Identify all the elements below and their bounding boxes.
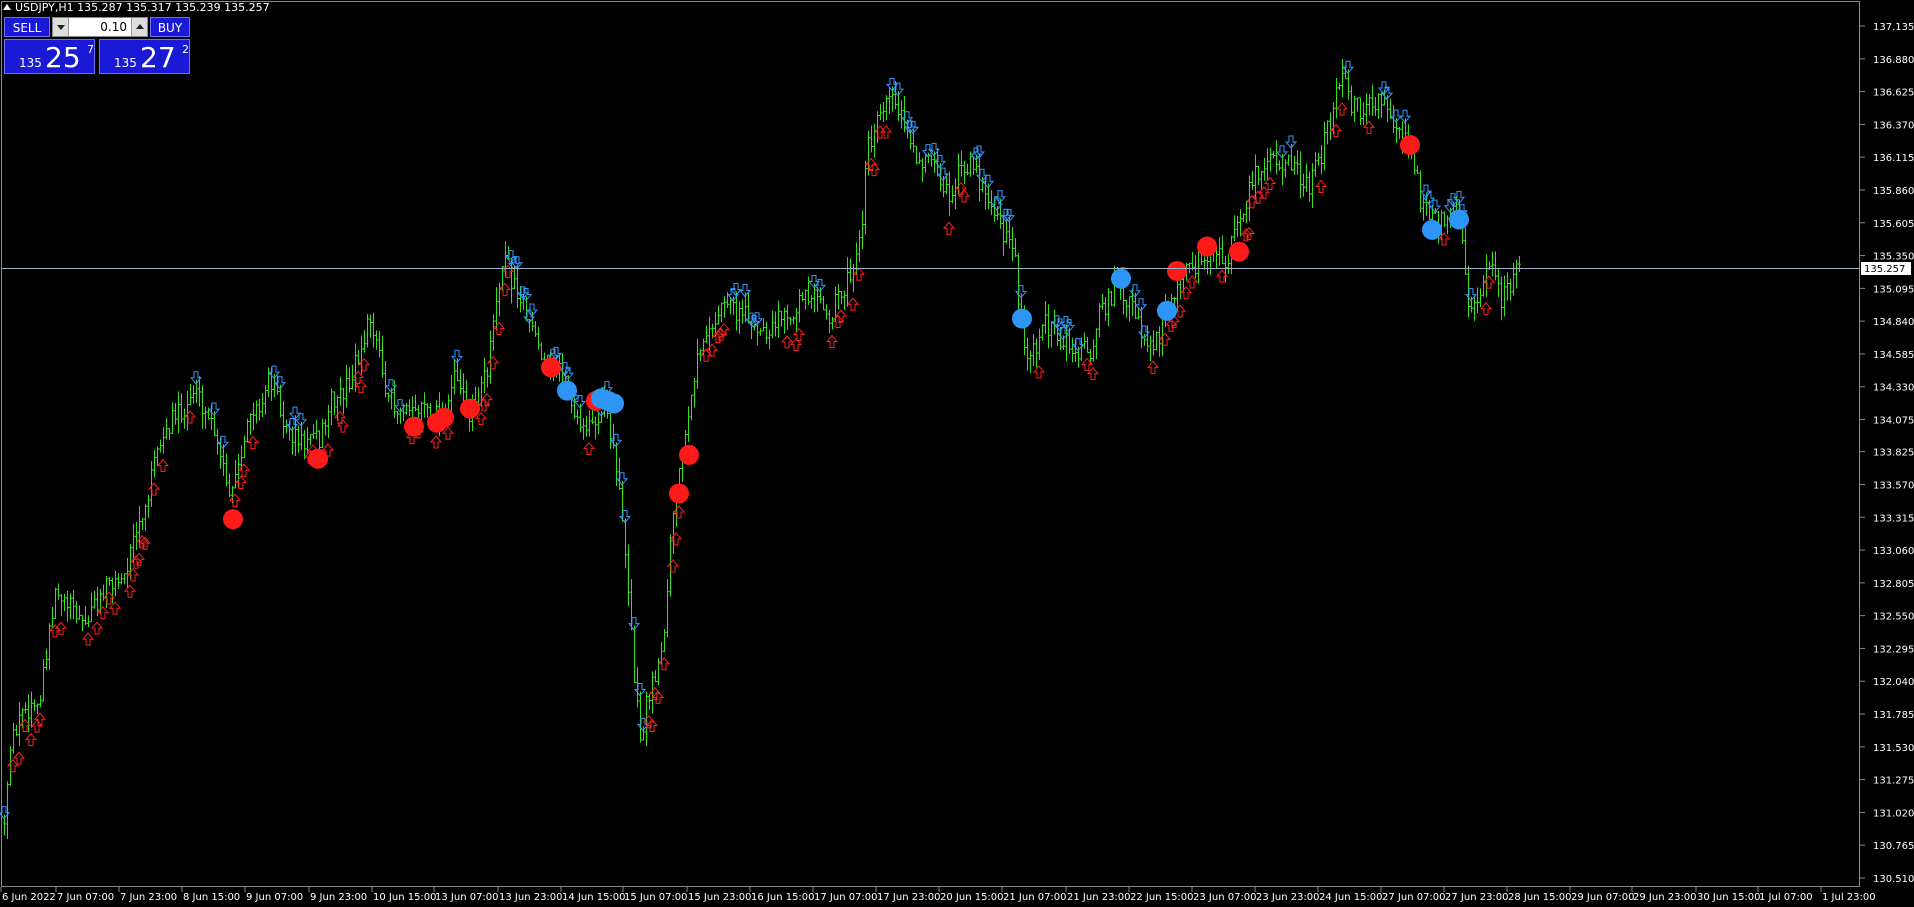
- buy-signal-dot: [557, 380, 577, 401]
- price-tick-label: 131.020: [1873, 808, 1914, 819]
- buy-price-box[interactable]: 135 27 2: [99, 39, 190, 74]
- price-tick-label: 132.295: [1873, 644, 1914, 655]
- sell-signal-dot: [223, 509, 243, 530]
- price-tick-label: 132.805: [1873, 579, 1914, 590]
- sell-price-big: 25: [45, 41, 81, 74]
- buy-signal-dot: [1111, 268, 1131, 289]
- sell-signal-dot: [1400, 134, 1420, 155]
- price-tick-label: 131.785: [1873, 710, 1914, 721]
- sell-signal-dot: [1167, 260, 1187, 281]
- time-tick-label: 22 Jun 15:00: [1130, 892, 1194, 903]
- time-tick-label: 23 Jun 07:00: [1193, 892, 1257, 903]
- price-tick-label: 135.605: [1873, 219, 1914, 230]
- price-tick-label: 136.880: [1873, 55, 1914, 66]
- time-tick-label: 7 Jun 23:00: [120, 892, 177, 903]
- time-tick-label: 24 Jun 15:00: [1319, 892, 1383, 903]
- price-tick-label: 133.060: [1873, 546, 1914, 557]
- price-tick-label: 134.075: [1873, 416, 1914, 427]
- price-tick-label: 133.315: [1873, 513, 1914, 524]
- sell-price-prefix: 135: [19, 56, 42, 70]
- price-tick-label: 135.350: [1873, 252, 1914, 263]
- time-tick-label: 15 Jun 23:00: [688, 892, 752, 903]
- buy-signal-dot: [1449, 209, 1469, 230]
- price-tick-label: 136.370: [1873, 120, 1914, 131]
- sell-price-point: 7: [87, 43, 94, 56]
- price-tick-label: 136.115: [1873, 153, 1914, 164]
- time-tick-label: 9 Jun 07:00: [246, 892, 303, 903]
- time-tick-label: 21 Jun 23:00: [1067, 892, 1131, 903]
- price-tick-label: 132.550: [1873, 612, 1914, 623]
- sell-signal-dot: [308, 448, 328, 469]
- symbol-header: USDJPY,H1 135.287 135.317 135.239 135.25…: [3, 1, 270, 15]
- price-tick-label: 137.135: [1873, 22, 1914, 33]
- price-tick-label: 134.585: [1873, 350, 1914, 361]
- time-tick-label: 6 Jun 2022: [2, 892, 56, 903]
- lot-decrease-icon[interactable]: [53, 18, 69, 36]
- price-tick-label: 130.510: [1873, 874, 1914, 885]
- sell-signal-dot: [1197, 236, 1217, 257]
- collapse-triangle-icon[interactable]: [3, 4, 11, 10]
- time-tick-label: 9 Jun 23:00: [310, 892, 367, 903]
- price-tick-label: 131.530: [1873, 743, 1914, 754]
- sell-signal-dot: [460, 398, 480, 419]
- lot-size-field[interactable]: 0.10: [52, 17, 148, 37]
- price-tick-label: 135.860: [1873, 186, 1914, 197]
- sell-signal-dot: [541, 357, 561, 378]
- time-tick-label: 21 Jun 07:00: [1003, 892, 1067, 903]
- time-tick-label: 29 Jun 07:00: [1571, 892, 1635, 903]
- price-tick-label: 134.840: [1873, 317, 1914, 328]
- buy-signal-dot: [1422, 219, 1442, 240]
- time-tick-label: 13 Jun 07:00: [435, 892, 499, 903]
- price-tick-label: 130.765: [1873, 841, 1914, 852]
- time-tick-label: 23 Jun 23:00: [1256, 892, 1320, 903]
- time-tick-label: 15 Jun 07:00: [624, 892, 688, 903]
- buy-signal-dot: [604, 393, 624, 414]
- buy-price-prefix: 135: [114, 56, 137, 70]
- time-tick-label: 13 Jun 23:00: [499, 892, 563, 903]
- time-tick-label: 20 Jun 15:00: [940, 892, 1004, 903]
- current-price-label: 135.257: [1861, 262, 1911, 275]
- price-tick-label: 135.095: [1873, 284, 1914, 295]
- time-tick-label: 1 Jul 07:00: [1759, 892, 1813, 903]
- time-tick-label: 10 Jun 15:00: [373, 892, 437, 903]
- buy-button[interactable]: BUY: [150, 17, 190, 37]
- buy-price-big: 27: [140, 41, 176, 74]
- time-tick-label: 27 Jun 23:00: [1445, 892, 1509, 903]
- time-tick-label: 14 Jun 15:00: [562, 892, 626, 903]
- time-tick-label: 1 Jul 23:00: [1822, 892, 1876, 903]
- time-tick-label: 8 Jun 15:00: [183, 892, 240, 903]
- time-tick-label: 30 Jun 15:00: [1697, 892, 1761, 903]
- price-chart[interactable]: 137.135 136.880 136.625 136.370 136.115 135.8…: [0, 0, 1914, 907]
- sell-signal-dot: [1229, 241, 1249, 262]
- time-tick-label: 7 Jun 07:00: [57, 892, 114, 903]
- price-tick-label: 134.330: [1873, 383, 1914, 394]
- sell-signal-dot: [669, 483, 689, 504]
- time-tick-label: 17 Jun 07:00: [814, 892, 878, 903]
- buy-signal-dot: [1157, 300, 1177, 321]
- time-tick-label: 28 Jun 15:00: [1508, 892, 1572, 903]
- price-tick-label: 132.040: [1873, 677, 1914, 688]
- time-tick-label: 17 Jun 23:00: [877, 892, 941, 903]
- price-tick-label: 133.825: [1873, 448, 1914, 459]
- time-tick-label: 29 Jun 23:00: [1633, 892, 1697, 903]
- one-click-trading-panel: SELL 0.10 BUY 135 25 7 135 27 2: [4, 17, 190, 74]
- price-tick-label: 131.275: [1873, 776, 1914, 787]
- time-tick-label: 16 Jun 15:00: [751, 892, 815, 903]
- price-tick-label: 133.570: [1873, 480, 1914, 491]
- sell-signal-dot: [434, 407, 454, 428]
- price-tick-label: 136.625: [1873, 88, 1914, 99]
- lot-size-value[interactable]: 0.10: [100, 18, 127, 36]
- time-tick-label: 27 Jun 07:00: [1382, 892, 1446, 903]
- sell-signal-dot: [404, 416, 424, 437]
- current-price-value: 135.257: [1864, 264, 1905, 275]
- buy-signal-dot: [1012, 308, 1032, 329]
- sell-signal-dot: [679, 444, 699, 465]
- symbol-quote-line: USDJPY,H1 135.287 135.317 135.239 135.25…: [15, 1, 270, 14]
- sell-button[interactable]: SELL: [4, 17, 50, 37]
- lot-increase-icon[interactable]: [131, 18, 147, 36]
- sell-price-box[interactable]: 135 25 7: [4, 39, 95, 74]
- buy-price-point: 2: [182, 43, 189, 56]
